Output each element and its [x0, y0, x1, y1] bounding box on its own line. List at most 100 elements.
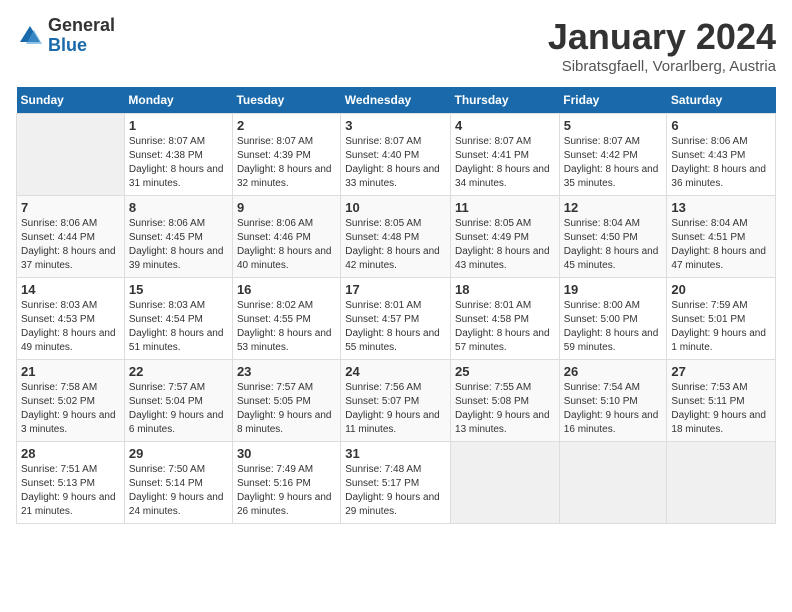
calendar-cell: 17 Sunrise: 8:01 AMSunset: 4:57 PMDaylig… [341, 278, 451, 360]
day-info: Sunrise: 8:01 AMSunset: 4:58 PMDaylight:… [455, 300, 550, 353]
page-header: General Blue January 2024 Sibratsgfaell,… [16, 16, 776, 75]
day-number: 11 [455, 200, 555, 215]
logo-blue-text: Blue [48, 36, 115, 56]
day-info: Sunrise: 8:07 AMSunset: 4:42 PMDaylight:… [564, 136, 659, 189]
calendar-cell: 11 Sunrise: 8:05 AMSunset: 4:49 PMDaylig… [451, 196, 560, 278]
day-number: 26 [564, 364, 663, 379]
day-number: 27 [671, 364, 771, 379]
calendar-week-2: 7 Sunrise: 8:06 AMSunset: 4:44 PMDayligh… [17, 196, 776, 278]
weekday-header-saturday: Saturday [667, 87, 776, 114]
day-info: Sunrise: 8:04 AMSunset: 4:51 PMDaylight:… [671, 218, 766, 271]
day-number: 5 [564, 118, 663, 133]
day-number: 10 [345, 200, 446, 215]
day-info: Sunrise: 8:07 AMSunset: 4:38 PMDaylight:… [129, 136, 224, 189]
day-number: 15 [129, 282, 228, 297]
location-title: Sibratsgfaell, Vorarlberg, Austria [548, 58, 776, 75]
calendar-cell: 8 Sunrise: 8:06 AMSunset: 4:45 PMDayligh… [124, 196, 232, 278]
calendar-week-4: 21 Sunrise: 7:58 AMSunset: 5:02 PMDaylig… [17, 360, 776, 442]
calendar-cell [451, 442, 560, 524]
day-info: Sunrise: 7:56 AMSunset: 5:07 PMDaylight:… [345, 382, 440, 435]
day-info: Sunrise: 7:54 AMSunset: 5:10 PMDaylight:… [564, 382, 659, 435]
day-number: 4 [455, 118, 555, 133]
day-number: 14 [21, 282, 120, 297]
calendar-cell: 19 Sunrise: 8:00 AMSunset: 5:00 PMDaylig… [559, 278, 667, 360]
calendar-cell: 13 Sunrise: 8:04 AMSunset: 4:51 PMDaylig… [667, 196, 776, 278]
month-title: January 2024 [548, 16, 776, 58]
weekday-header-thursday: Thursday [451, 87, 560, 114]
logo-general-text: General [48, 16, 115, 36]
day-info: Sunrise: 7:51 AMSunset: 5:13 PMDaylight:… [21, 464, 116, 517]
title-block: January 2024 Sibratsgfaell, Vorarlberg, … [548, 16, 776, 75]
day-info: Sunrise: 8:05 AMSunset: 4:48 PMDaylight:… [345, 218, 440, 271]
day-info: Sunrise: 7:58 AMSunset: 5:02 PMDaylight:… [21, 382, 116, 435]
day-info: Sunrise: 8:03 AMSunset: 4:53 PMDaylight:… [21, 300, 116, 353]
day-number: 24 [345, 364, 446, 379]
calendar-cell: 16 Sunrise: 8:02 AMSunset: 4:55 PMDaylig… [232, 278, 340, 360]
calendar-week-3: 14 Sunrise: 8:03 AMSunset: 4:53 PMDaylig… [17, 278, 776, 360]
day-info: Sunrise: 7:50 AMSunset: 5:14 PMDaylight:… [129, 464, 224, 517]
calendar-cell [559, 442, 667, 524]
day-info: Sunrise: 8:07 AMSunset: 4:41 PMDaylight:… [455, 136, 550, 189]
calendar-cell: 10 Sunrise: 8:05 AMSunset: 4:48 PMDaylig… [341, 196, 451, 278]
day-number: 19 [564, 282, 663, 297]
calendar-cell: 21 Sunrise: 7:58 AMSunset: 5:02 PMDaylig… [17, 360, 125, 442]
day-info: Sunrise: 7:53 AMSunset: 5:11 PMDaylight:… [671, 382, 766, 435]
calendar-cell: 3 Sunrise: 8:07 AMSunset: 4:40 PMDayligh… [341, 114, 451, 196]
day-number: 22 [129, 364, 228, 379]
day-number: 12 [564, 200, 663, 215]
day-number: 1 [129, 118, 228, 133]
day-info: Sunrise: 8:06 AMSunset: 4:43 PMDaylight:… [671, 136, 766, 189]
day-info: Sunrise: 7:55 AMSunset: 5:08 PMDaylight:… [455, 382, 550, 435]
weekday-header-row: SundayMondayTuesdayWednesdayThursdayFrid… [17, 87, 776, 114]
day-info: Sunrise: 8:05 AMSunset: 4:49 PMDaylight:… [455, 218, 550, 271]
calendar-week-1: 1 Sunrise: 8:07 AMSunset: 4:38 PMDayligh… [17, 114, 776, 196]
weekday-header-tuesday: Tuesday [232, 87, 340, 114]
weekday-header-sunday: Sunday [17, 87, 125, 114]
calendar-cell: 27 Sunrise: 7:53 AMSunset: 5:11 PMDaylig… [667, 360, 776, 442]
calendar-cell: 7 Sunrise: 8:06 AMSunset: 4:44 PMDayligh… [17, 196, 125, 278]
day-number: 20 [671, 282, 771, 297]
day-number: 7 [21, 200, 120, 215]
calendar-cell: 4 Sunrise: 8:07 AMSunset: 4:41 PMDayligh… [451, 114, 560, 196]
calendar-cell: 22 Sunrise: 7:57 AMSunset: 5:04 PMDaylig… [124, 360, 232, 442]
calendar-cell: 28 Sunrise: 7:51 AMSunset: 5:13 PMDaylig… [17, 442, 125, 524]
day-info: Sunrise: 8:02 AMSunset: 4:55 PMDaylight:… [237, 300, 332, 353]
day-number: 23 [237, 364, 336, 379]
day-number: 29 [129, 446, 228, 461]
day-info: Sunrise: 7:49 AMSunset: 5:16 PMDaylight:… [237, 464, 332, 517]
calendar-table: SundayMondayTuesdayWednesdayThursdayFrid… [16, 87, 776, 524]
day-info: Sunrise: 8:03 AMSunset: 4:54 PMDaylight:… [129, 300, 224, 353]
day-number: 30 [237, 446, 336, 461]
calendar-cell: 30 Sunrise: 7:49 AMSunset: 5:16 PMDaylig… [232, 442, 340, 524]
day-number: 3 [345, 118, 446, 133]
day-number: 13 [671, 200, 771, 215]
day-number: 8 [129, 200, 228, 215]
calendar-cell: 9 Sunrise: 8:06 AMSunset: 4:46 PMDayligh… [232, 196, 340, 278]
calendar-week-5: 28 Sunrise: 7:51 AMSunset: 5:13 PMDaylig… [17, 442, 776, 524]
weekday-header-monday: Monday [124, 87, 232, 114]
day-number: 2 [237, 118, 336, 133]
calendar-cell [667, 442, 776, 524]
calendar-cell: 14 Sunrise: 8:03 AMSunset: 4:53 PMDaylig… [17, 278, 125, 360]
logo-text: General Blue [48, 16, 115, 56]
calendar-cell: 25 Sunrise: 7:55 AMSunset: 5:08 PMDaylig… [451, 360, 560, 442]
day-info: Sunrise: 8:06 AMSunset: 4:45 PMDaylight:… [129, 218, 224, 271]
day-info: Sunrise: 8:07 AMSunset: 4:39 PMDaylight:… [237, 136, 332, 189]
logo-icon [16, 22, 44, 50]
day-info: Sunrise: 8:00 AMSunset: 5:00 PMDaylight:… [564, 300, 659, 353]
day-number: 21 [21, 364, 120, 379]
day-info: Sunrise: 8:01 AMSunset: 4:57 PMDaylight:… [345, 300, 440, 353]
day-info: Sunrise: 7:57 AMSunset: 5:04 PMDaylight:… [129, 382, 224, 435]
day-info: Sunrise: 7:57 AMSunset: 5:05 PMDaylight:… [237, 382, 332, 435]
day-number: 18 [455, 282, 555, 297]
day-number: 17 [345, 282, 446, 297]
calendar-cell: 6 Sunrise: 8:06 AMSunset: 4:43 PMDayligh… [667, 114, 776, 196]
calendar-cell: 23 Sunrise: 7:57 AMSunset: 5:05 PMDaylig… [232, 360, 340, 442]
calendar-cell: 26 Sunrise: 7:54 AMSunset: 5:10 PMDaylig… [559, 360, 667, 442]
day-number: 9 [237, 200, 336, 215]
day-info: Sunrise: 8:06 AMSunset: 4:44 PMDaylight:… [21, 218, 116, 271]
calendar-cell: 5 Sunrise: 8:07 AMSunset: 4:42 PMDayligh… [559, 114, 667, 196]
calendar-cell: 15 Sunrise: 8:03 AMSunset: 4:54 PMDaylig… [124, 278, 232, 360]
day-number: 28 [21, 446, 120, 461]
calendar-cell: 24 Sunrise: 7:56 AMSunset: 5:07 PMDaylig… [341, 360, 451, 442]
